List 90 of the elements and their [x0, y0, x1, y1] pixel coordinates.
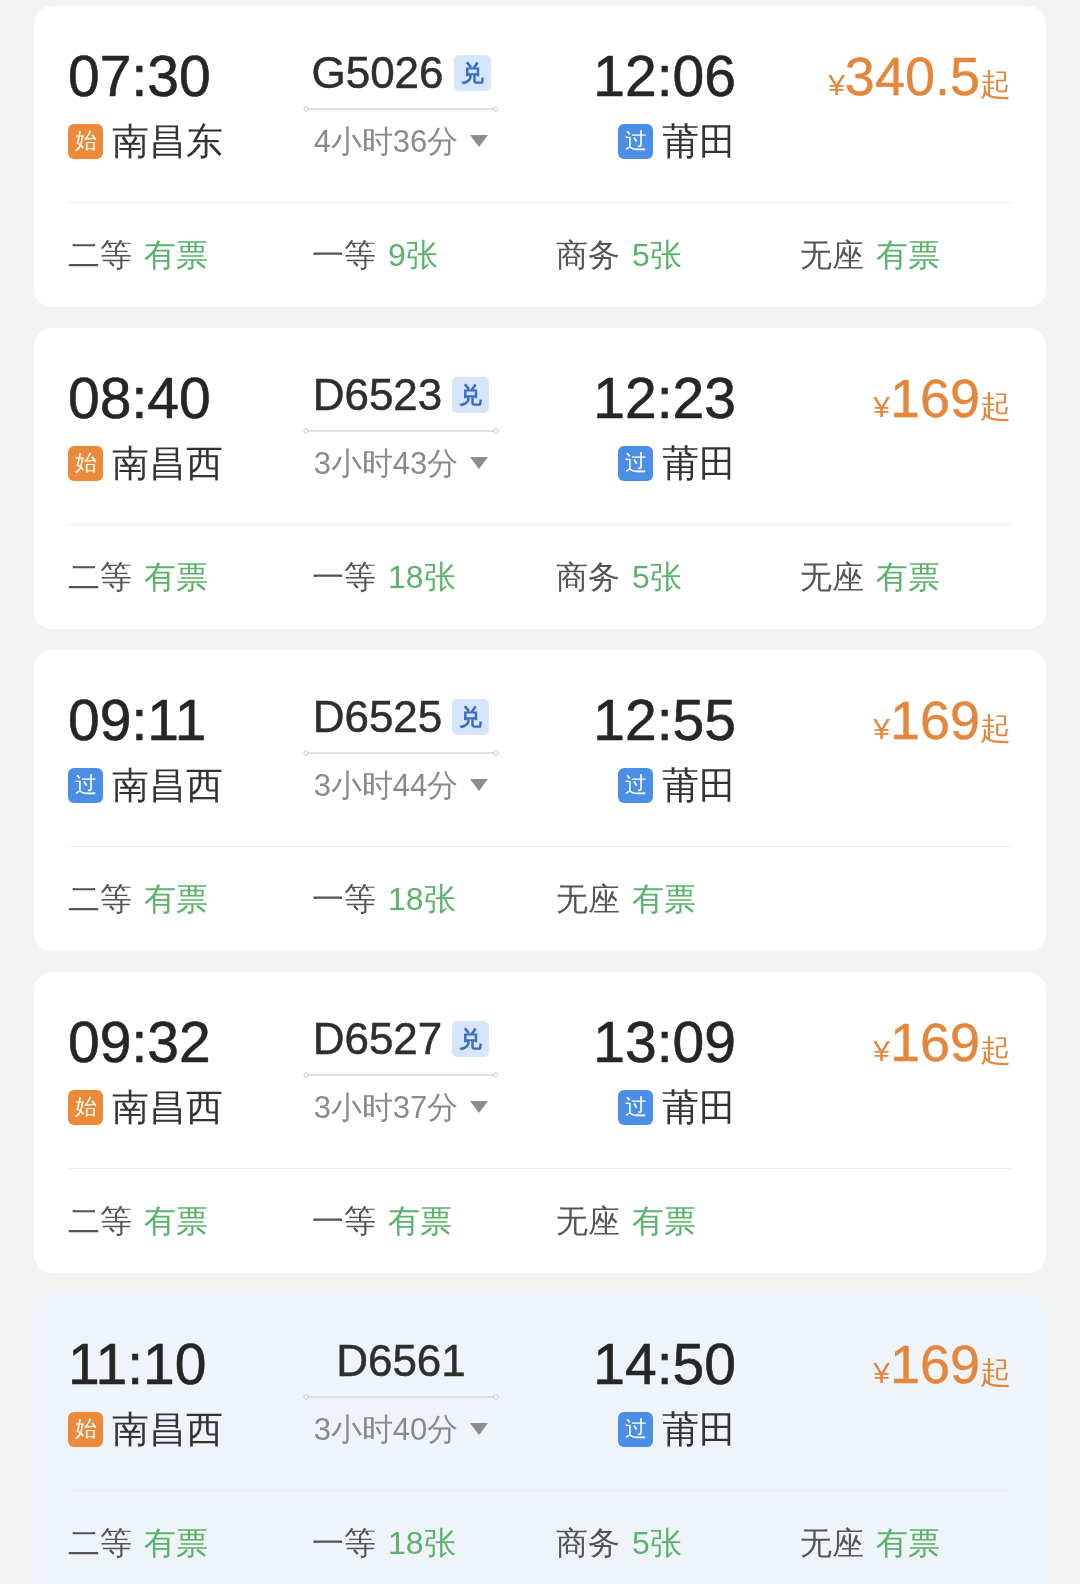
- station-tag: 过: [618, 1411, 653, 1447]
- seat-availability: 有票: [632, 1205, 696, 1237]
- arrival-time: 13:09: [593, 1013, 736, 1071]
- seat-class: 二等: [68, 239, 132, 271]
- seat-availability: 18张: [388, 561, 456, 593]
- caret-down-icon: [470, 135, 489, 147]
- train-number: D6523: [312, 373, 443, 417]
- train-number: D6561: [336, 1339, 466, 1383]
- station-tag: 过: [618, 123, 653, 159]
- seat-class: 二等: [68, 883, 132, 915]
- station-name: 南昌西: [112, 1088, 223, 1126]
- caret-down-icon: [470, 1423, 489, 1435]
- exchange-badge: 兑: [452, 377, 490, 413]
- departure-time: 08:40: [68, 369, 211, 427]
- arrival-time: 14:50: [593, 1335, 736, 1393]
- station-name: 莆田: [662, 444, 736, 482]
- departure-time: 09:32: [68, 1013, 211, 1071]
- station-tag: 过: [68, 767, 103, 803]
- seat-class: 无座: [800, 1527, 864, 1559]
- station-name: 莆田: [662, 1410, 736, 1448]
- seat-availability: 9张: [388, 239, 438, 271]
- station-tag: 过: [618, 445, 653, 481]
- station-name: 南昌西: [112, 444, 223, 482]
- seat-availability: 有票: [144, 239, 208, 271]
- train-card[interactable]: 11:10 D6561 14:50 ¥169起 始 南昌西 3小时40分 过 莆田 二等 有票 一等 18张 商务 5张 无座 有票: [34, 1294, 1046, 1584]
- seat-class: 无座: [556, 883, 620, 915]
- arrival-time: 12:23: [593, 369, 736, 427]
- train-card[interactable]: 07:30 G5026 兑 12:06 ¥340.5起 始 南昌东 4小时36分 过 莆田 二等 有票 一等 9张 商务 5张 无座 有票: [34, 6, 1046, 307]
- station-name: 南昌西: [112, 1410, 223, 1448]
- seat-availability: 有票: [876, 561, 940, 593]
- station-name: 莆田: [662, 1088, 736, 1126]
- arrival-time: 12:06: [593, 47, 736, 105]
- seat-class: 商务: [556, 239, 620, 271]
- seat-availability: 5张: [632, 239, 682, 271]
- price: ¥340.5起: [828, 49, 1011, 103]
- station-name: 莆田: [662, 766, 736, 804]
- train-card[interactable]: 09:11 D6525 兑 12:55 ¥169起 过 南昌西 3小时44分 过 莆田 二等 有票 一等 18张 无座 有票: [34, 650, 1046, 951]
- seat-availability: 有票: [144, 1527, 208, 1559]
- station-tag: 始: [68, 123, 103, 159]
- departure-time: 11:10: [68, 1335, 207, 1393]
- departure-time: 09:11: [68, 691, 207, 749]
- seat-availability: 5张: [632, 1527, 682, 1559]
- caret-down-icon: [470, 457, 489, 469]
- seat-availability: 有票: [144, 883, 208, 915]
- departure-time: 07:30: [68, 47, 211, 105]
- train-number: D6525: [312, 695, 443, 739]
- station-tag: 过: [618, 767, 653, 803]
- price: ¥169起: [873, 371, 1011, 425]
- seat-class: 无座: [800, 561, 864, 593]
- seat-availability: 有票: [144, 561, 208, 593]
- seat-availability: 有票: [876, 1527, 940, 1559]
- exchange-badge: 兑: [452, 699, 490, 735]
- seat-class: 无座: [800, 239, 864, 271]
- price: ¥169起: [873, 693, 1011, 747]
- seat-class: 一等: [312, 1205, 376, 1237]
- seat-class: 无座: [556, 1205, 620, 1237]
- seat-availability: 有票: [388, 1205, 452, 1237]
- station-name: 南昌西: [112, 766, 223, 804]
- station-tag: 始: [68, 1089, 103, 1125]
- seat-availability: 18张: [388, 883, 456, 915]
- seat-class: 一等: [312, 883, 376, 915]
- station-tag: 始: [68, 1411, 103, 1447]
- price: ¥169起: [873, 1015, 1011, 1069]
- seat-availability: 有票: [632, 883, 696, 915]
- exchange-badge: 兑: [452, 1021, 490, 1057]
- train-number: G5026: [311, 51, 444, 95]
- train-card[interactable]: 08:40 D6523 兑 12:23 ¥169起 始 南昌西 3小时43分 过 莆田 二等 有票 一等 18张 商务 5张 无座 有票: [34, 328, 1046, 629]
- arrival-time: 12:55: [593, 691, 736, 749]
- train-number: D6527: [312, 1017, 443, 1061]
- seat-class: 商务: [556, 561, 620, 593]
- station-name: 南昌东: [112, 122, 223, 160]
- train-card[interactable]: 09:32 D6527 兑 13:09 ¥169起 始 南昌西 3小时37分 过 莆田 二等 有票 一等 有票 无座 有票: [34, 972, 1046, 1273]
- seat-class: 二等: [68, 1527, 132, 1559]
- seat-class: 一等: [312, 561, 376, 593]
- exchange-badge: 兑: [453, 55, 491, 91]
- seat-class: 二等: [68, 561, 132, 593]
- seat-availability: 有票: [144, 1205, 208, 1237]
- station-tag: 过: [618, 1089, 653, 1125]
- seat-class: 二等: [68, 1205, 132, 1237]
- seat-class: 商务: [556, 1527, 620, 1559]
- seat-availability: 有票: [876, 239, 940, 271]
- caret-down-icon: [470, 1101, 489, 1113]
- station-name: 莆田: [662, 122, 736, 160]
- seat-class: 一等: [312, 1527, 376, 1559]
- caret-down-icon: [470, 779, 489, 791]
- seat-class: 一等: [312, 239, 376, 271]
- price: ¥169起: [873, 1337, 1011, 1391]
- seat-availability: 18张: [388, 1527, 456, 1559]
- seat-availability: 5张: [632, 561, 682, 593]
- station-tag: 始: [68, 445, 103, 481]
